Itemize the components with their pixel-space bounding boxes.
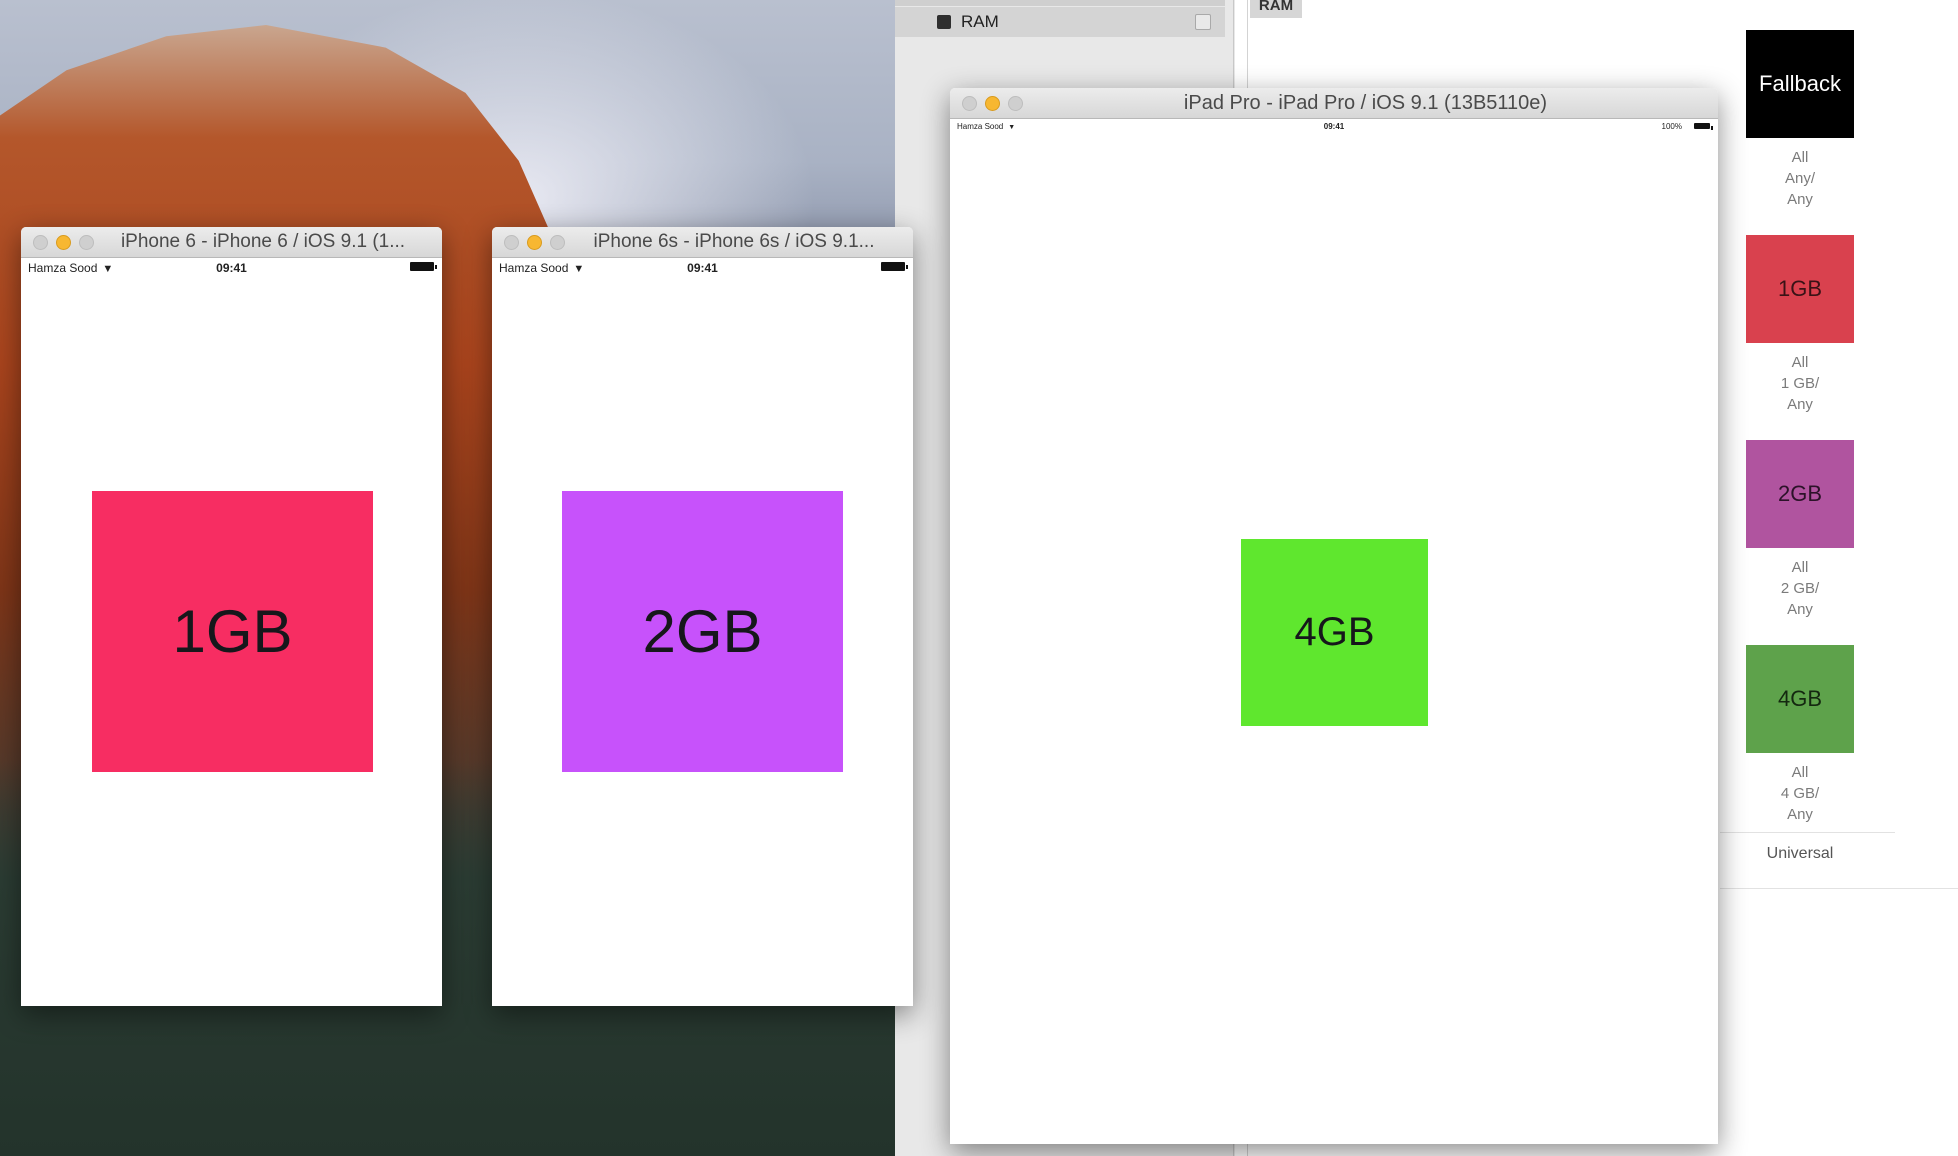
status-time: 09:41	[687, 261, 718, 275]
slot-4gb[interactable]: 4GB	[1746, 645, 1854, 753]
slot-label: 1GB	[1777, 276, 1823, 301]
universal-separator	[1720, 888, 1958, 889]
window-titlebar[interactable]: iPad Pro - iPad Pro / iOS 9.1 (13B5110e)	[950, 88, 1718, 119]
outline-row-label: RAM	[961, 12, 999, 31]
slot-fallback[interactable]: Fallback	[1746, 30, 1854, 138]
slot-1gb[interactable]: 1GB	[1746, 235, 1854, 343]
battery-icon	[881, 262, 908, 271]
ios-status-bar: Hamza Sood ▼ 09:41 100%	[950, 119, 1718, 139]
ram-color-square: 2GB	[562, 491, 843, 772]
slot-caption-2gb: All 2 GB/ Any	[1780, 559, 1820, 618]
battery-icon	[410, 262, 437, 271]
slot-2gb[interactable]: 2GB	[1746, 440, 1854, 548]
close-button[interactable]	[504, 234, 519, 250]
ram-color-square: 4GB	[1241, 539, 1428, 726]
slot-caption-4gb: All 4 GB/ Any	[1780, 764, 1820, 823]
close-button[interactable]	[33, 234, 48, 250]
ram-square-label: 1GB	[172, 598, 293, 665]
simulator-window-ipad-pro[interactable]: iPad Pro - iPad Pro / iOS 9.1 (13B5110e)…	[950, 88, 1718, 1144]
battery-icon	[1694, 123, 1713, 130]
zoom-button[interactable]	[1008, 95, 1023, 111]
slot-caption-fallback: All Any/ Any	[1784, 149, 1815, 208]
slot-caption-1gb: All 1 GB/ Any	[1780, 354, 1820, 413]
slot-label: Fallback	[1759, 71, 1841, 96]
slot-label: 2GB	[1777, 481, 1823, 506]
asset-set-header: RAM	[1250, 0, 1302, 18]
window-titlebar[interactable]: iPhone 6s - iPhone 6s / iOS 9.1...	[492, 227, 913, 258]
zoom-button[interactable]	[79, 234, 94, 250]
ram-square-label: 4GB	[1294, 610, 1375, 654]
minimize-button[interactable]	[56, 234, 71, 250]
simulator-window-iphone6s[interactable]: iPhone 6s - iPhone 6s / iOS 9.1... Hamza…	[492, 227, 913, 1006]
ram-color-square: 1GB	[92, 491, 373, 772]
status-time: 09:41	[216, 261, 247, 275]
ios-status-bar: Hamza Sood ▼ 09:41	[492, 258, 913, 278]
data-set-icon	[937, 15, 951, 29]
minimize-button[interactable]	[527, 234, 542, 250]
close-button[interactable]	[962, 95, 977, 111]
row-checkbox[interactable]	[1195, 14, 1211, 30]
universal-label: Universal	[1766, 845, 1834, 862]
ram-square-label: 2GB	[642, 598, 763, 665]
window-title: iPad Pro - iPad Pro / iOS 9.1 (13B5110e)	[1183, 91, 1548, 114]
window-titlebar[interactable]: iPhone 6 - iPhone 6 / iOS 9.1 (1...	[21, 227, 442, 258]
outline-row-partial[interactable]	[895, 0, 1225, 6]
ios-status-bar: Hamza Sood ▼ 09:41	[21, 258, 442, 278]
window-title: iPhone 6s - iPhone 6s / iOS 9.1...	[593, 231, 875, 252]
simulator-window-iphone6[interactable]: iPhone 6 - iPhone 6 / iOS 9.1 (1... Hamz…	[21, 227, 442, 1006]
slot-label: 4GB	[1777, 686, 1823, 711]
slots-separator	[1720, 832, 1895, 833]
battery-percent: 100%	[1661, 122, 1682, 131]
zoom-button[interactable]	[550, 234, 565, 250]
minimize-button[interactable]	[985, 95, 1000, 111]
window-title: iPhone 6 - iPhone 6 / iOS 9.1 (1...	[120, 231, 406, 252]
status-time: 09:41	[1323, 122, 1345, 131]
outline-row-ram[interactable]: RAM	[895, 7, 1225, 37]
